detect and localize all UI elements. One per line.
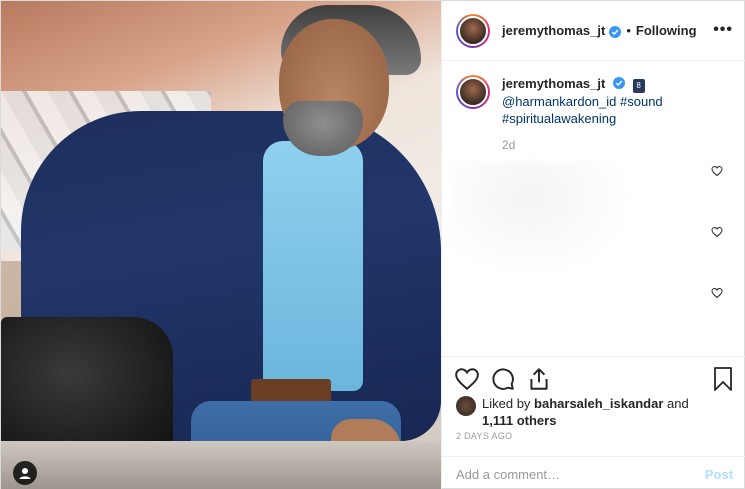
caption-time: 2d [502,138,516,152]
author-avatar[interactable] [456,13,490,48]
more-icon[interactable]: ••• [713,21,733,39]
liked-by-text: Liked by baharsaleh_iskandar and 1,111 o… [482,395,689,429]
liker-avatar[interactable] [456,396,476,416]
post-side-panel: jeremythomas_jt • Following ••• jeremyth… [441,1,745,489]
caption-text: jeremythomas_jt 8 @harmankardon_id #soun… [502,75,663,127]
caption-username[interactable]: jeremythomas_jt [502,76,605,91]
comment-input[interactable] [456,466,676,482]
liked-by-and: and [667,396,689,411]
verified-icon [609,25,622,38]
comments-section: jeremythomas_jt 8 @harmankardon_id #soun… [442,61,745,356]
header-separator: • [626,23,631,38]
following-button[interactable]: Following [636,23,697,38]
photo-shirt [263,141,363,391]
caption-badge: 8 [632,79,645,93]
others-count[interactable]: 1,111 others [482,413,556,428]
hashtag-link[interactable]: #sound [620,94,663,109]
post-actions: Liked by baharsaleh_iskandar and 1,111 o… [442,356,745,489]
post-button[interactable]: Post [705,467,733,482]
mention-link[interactable]: @harmankardon_id [502,94,616,109]
comment-like-icon[interactable] [711,226,723,238]
post-caption: jeremythomas_jt 8 @harmankardon_id #soun… [456,75,733,127]
post-header: jeremythomas_jt • Following ••• [442,1,745,61]
photo-shelf [1,441,441,489]
share-icon[interactable] [526,366,552,392]
comment-like-icon[interactable] [711,165,723,177]
post-photo[interactable] [1,1,441,489]
heart-icon[interactable] [454,366,480,392]
bookmark-icon[interactable] [711,366,735,392]
liker-username[interactable]: baharsaleh_iskandar [534,396,663,411]
blurred-comments [452,161,712,341]
instagram-post: jeremythomas_jt • Following ••• jeremyth… [0,0,745,489]
verified-icon [612,77,625,89]
add-comment-bar: Post [442,456,745,489]
hashtag-link[interactable]: #spiritualawakening [502,111,616,126]
caption-avatar[interactable] [456,75,490,109]
liked-by: Liked by baharsaleh_iskandar and 1,111 o… [456,395,689,429]
action-icons [454,366,552,392]
post-date: 2 DAYS AGO [456,431,513,441]
photo-speaker [1,317,173,457]
author-username[interactable]: jeremythomas_jt [502,23,605,38]
comment-like-icon[interactable] [711,287,723,299]
user-tag-icon[interactable] [13,461,37,485]
liked-by-prefix: Liked by [482,396,531,411]
comment-icon[interactable] [490,366,516,392]
photo-belt [251,379,331,403]
